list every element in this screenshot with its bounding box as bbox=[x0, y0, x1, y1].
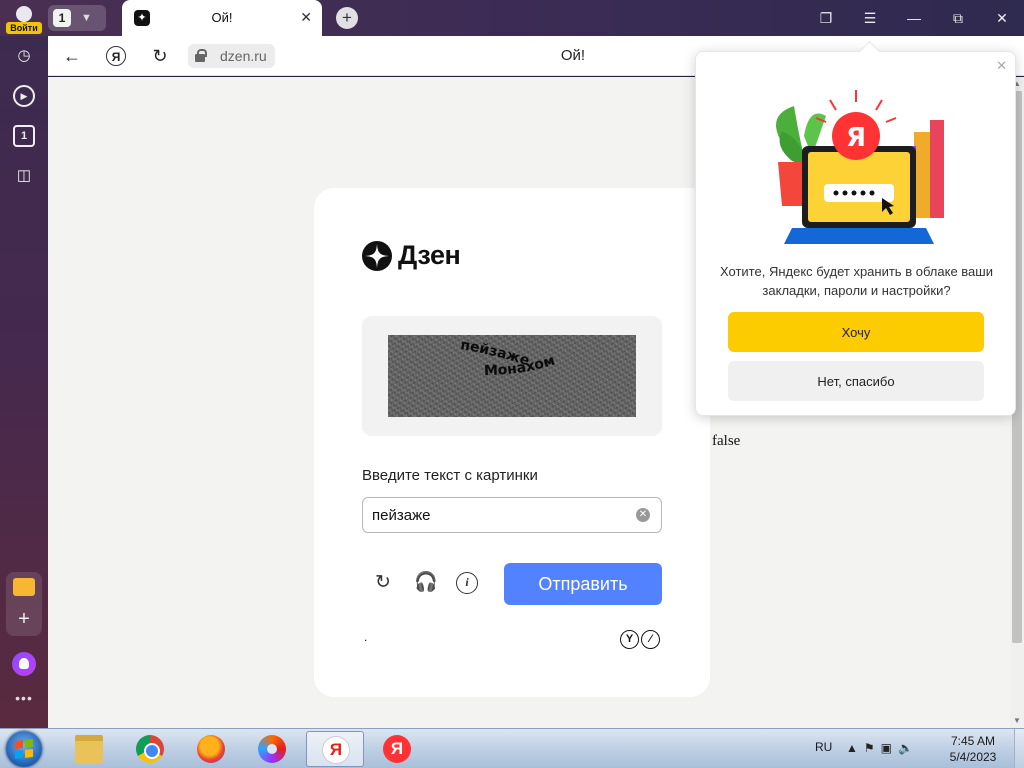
refresh-captcha-icon[interactable]: ↻ bbox=[372, 572, 394, 594]
alice-assistant-icon[interactable] bbox=[12, 652, 36, 676]
dzen-logo: Дзен bbox=[362, 240, 461, 271]
laptop-illustration-icon: Я bbox=[776, 90, 944, 244]
new-tab-button[interactable]: + bbox=[336, 7, 358, 29]
minimize-button[interactable]: — bbox=[892, 0, 936, 36]
volume-icon[interactable]: 🔈 bbox=[898, 741, 913, 755]
show-desktop-button[interactable] bbox=[1014, 729, 1024, 768]
firefox-icon bbox=[197, 735, 225, 763]
sync-question: Хотите, Яндекс будет хранить в облаке ва… bbox=[720, 264, 993, 298]
captcha-image: пейзаже Монахом bbox=[388, 335, 636, 417]
captcha-answer-input[interactable] bbox=[362, 497, 662, 533]
tab-title: Ой! bbox=[211, 10, 233, 25]
taskbar-yandex[interactable]: Я bbox=[368, 731, 426, 767]
taskbar-file-explorer[interactable] bbox=[60, 731, 118, 767]
close-window-button[interactable]: ✕ bbox=[980, 0, 1024, 36]
taskbar-yandex-browser[interactable]: Я bbox=[306, 731, 364, 767]
restore-button[interactable]: ⧉ bbox=[936, 0, 980, 36]
yandex-icon: Я bbox=[383, 735, 411, 763]
smartcaptcha-check-icon: ⁄ bbox=[641, 630, 660, 649]
captcha-card: Дзен пейзаже Монахом Введите текст с кар… bbox=[314, 188, 710, 697]
mail-icon[interactable] bbox=[13, 578, 35, 596]
dzen-logo-icon bbox=[362, 240, 392, 271]
yandex-logo-letter: Я bbox=[846, 123, 866, 153]
language-indicator[interactable]: RU bbox=[815, 740, 832, 754]
brand-name: Дзен bbox=[398, 240, 461, 270]
history-icon[interactable]: ◷ bbox=[13, 45, 35, 67]
tray-expand-icon[interactable]: ▲ bbox=[846, 741, 858, 755]
taskbar-swirl-browser[interactable] bbox=[243, 731, 301, 767]
swirl-browser-icon bbox=[258, 735, 286, 763]
chrome-icon bbox=[136, 735, 164, 763]
tab-count: 1 bbox=[53, 9, 71, 27]
profile-button[interactable]: Войти bbox=[4, 2, 44, 34]
system-tray: ▲ ⚑ ▣ 🔈 bbox=[846, 741, 913, 755]
tab-counter-button[interactable]: 1 ▼ bbox=[48, 5, 106, 31]
stray-text: false bbox=[712, 433, 741, 449]
clock-time: 7:45 AM bbox=[950, 734, 996, 748]
close-tab-icon[interactable]: ✕ bbox=[300, 9, 312, 26]
browser-sidebar: ◷ ▶ 1 ◫ + ••• bbox=[0, 36, 48, 728]
decline-sync-button[interactable]: Нет, спасибо bbox=[728, 361, 984, 401]
captcha-instruction: Введите текст с картинки bbox=[362, 467, 538, 484]
smartcaptcha-logo-icon[interactable]: Y ⁄ bbox=[620, 630, 662, 649]
taskbar-chrome[interactable] bbox=[121, 731, 179, 767]
tab-active[interactable]: ✦ Ой! ✕ bbox=[122, 0, 322, 36]
network-icon[interactable]: ▣ bbox=[881, 741, 892, 755]
windows-flag-icon bbox=[15, 739, 33, 759]
menu-icon[interactable]: ☰ bbox=[848, 0, 892, 36]
accept-sync-button[interactable]: Хочу bbox=[728, 312, 984, 352]
taskbar-firefox[interactable] bbox=[182, 731, 240, 767]
action-center-flag-icon[interactable]: ⚑ bbox=[864, 741, 875, 755]
sidebar-counter-icon[interactable]: 1 bbox=[13, 125, 35, 147]
folder-icon bbox=[75, 735, 103, 763]
bookmarks-icon[interactable]: ❐ bbox=[804, 0, 848, 36]
sync-popup: ✕ Я Хотите, Яндекс будет хранить в облак… bbox=[695, 51, 1016, 416]
user-icon bbox=[16, 6, 32, 22]
screenshot-icon[interactable]: ◫ bbox=[13, 165, 35, 187]
chevron-down-icon: ▼ bbox=[81, 12, 92, 24]
taskbar-clock[interactable]: 7:45 AM 5/4/2023 bbox=[940, 733, 1006, 765]
submit-button[interactable]: Отправить bbox=[504, 563, 662, 605]
login-badge: Войти bbox=[6, 22, 42, 34]
captcha-image-box: пейзаже Монахом bbox=[362, 316, 662, 436]
yandex-circle-y-icon: Y bbox=[620, 630, 639, 649]
info-icon[interactable]: i bbox=[456, 572, 478, 594]
audio-captcha-icon[interactable]: 🎧 bbox=[414, 572, 438, 594]
clock-date: 5/4/2023 bbox=[949, 750, 997, 764]
play-icon[interactable]: ▶ bbox=[13, 85, 35, 107]
more-icon[interactable]: ••• bbox=[0, 690, 48, 706]
yandex-browser-icon: Я bbox=[322, 736, 350, 764]
window-controls: ❐ ☰ — ⧉ ✕ bbox=[804, 0, 1024, 36]
start-button[interactable] bbox=[4, 730, 44, 768]
clear-input-icon[interactable]: ✕ bbox=[636, 508, 650, 522]
footer-dot: . bbox=[364, 630, 368, 644]
windows-taskbar: Я Я RU ▲ ⚑ ▣ 🔈 7:45 AM 5/4/2023 bbox=[0, 728, 1024, 768]
scroll-down-icon[interactable]: ▼ bbox=[1010, 714, 1024, 728]
sidebar-mail-group: + bbox=[6, 572, 42, 636]
close-popup-icon[interactable]: ✕ bbox=[996, 58, 1007, 74]
add-panel-icon[interactable]: + bbox=[6, 608, 42, 631]
tab-strip: Войти 1 ▼ ✦ Ой! ✕ + ❐ ☰ — ⧉ ✕ bbox=[0, 0, 1024, 36]
